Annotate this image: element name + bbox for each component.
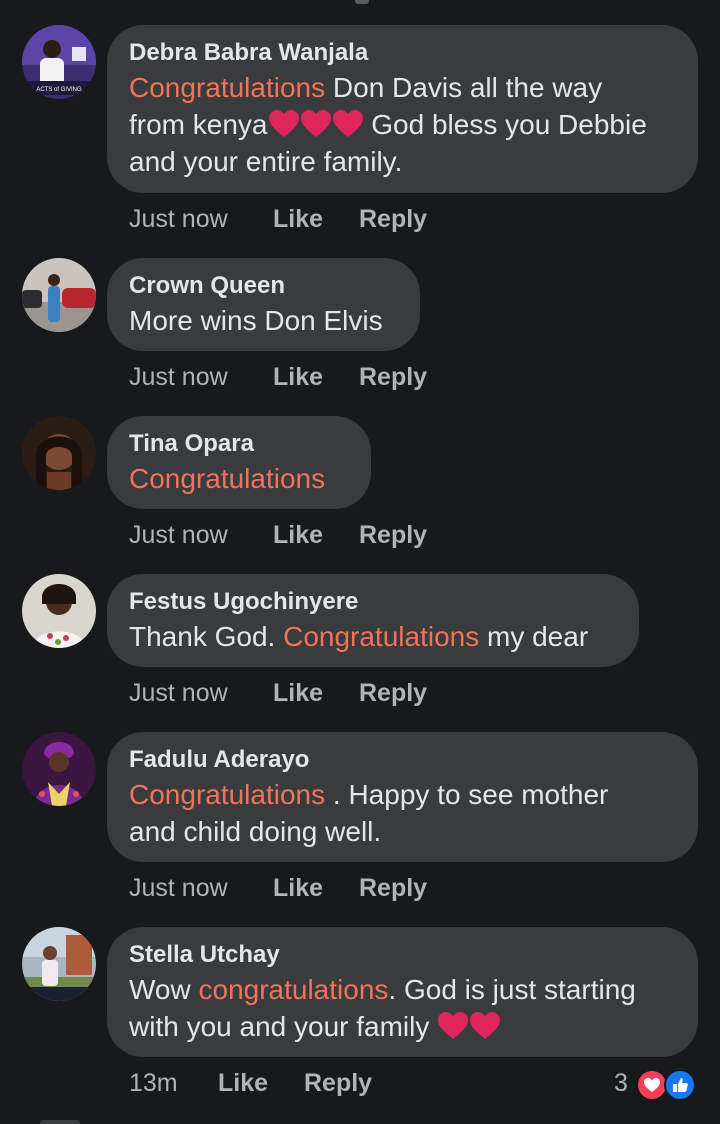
reaction-summary[interactable]: 3 [614,1066,704,1101]
comment-text: Congratulations [129,460,349,497]
reaction-count: 3 [614,1069,628,1097]
comment-bubble[interactable]: Festus Ugochinyere Thank God. Congratula… [107,574,639,667]
profile-photo-woman-smiling-icon [22,574,96,648]
reply-button[interactable]: Reply [359,360,427,394]
highlighted-keyword[interactable]: Congratulations [283,621,479,652]
reply-button[interactable]: Reply [359,202,427,236]
comment-author[interactable]: Debra Babra Wanjala [129,39,676,67]
avatar[interactable] [22,258,96,332]
like-button[interactable]: Like [273,202,323,236]
comment-text: More wins Don Elvis [129,305,383,336]
heart-emoji-icon [438,1012,469,1039]
comment-author[interactable]: Stella Utchay [129,941,676,969]
profile-photo-preacher-icon: ACTS of GIVING [22,25,96,99]
avatar[interactable] [22,416,96,490]
timestamp[interactable]: Just now [129,676,228,710]
reply-button[interactable]: Reply [304,1066,372,1100]
timestamp[interactable]: 13m [129,1066,178,1100]
reply-button[interactable]: Reply [359,518,427,552]
avatar[interactable] [22,574,96,648]
profile-photo-woman-outdoor-icon [22,927,96,1001]
comment-text: Congratulations . Happy to see mother an… [129,779,609,847]
comment-text: Congratulations Don Davis all the way fr… [129,72,647,177]
comment-text: Thank God. Congratulations my dear [129,621,589,652]
highlighted-keyword[interactable]: congratulations [199,974,389,1005]
like-button[interactable]: Like [273,676,323,710]
avatar-caption: ACTS of GIVING [36,87,82,93]
comment-author[interactable]: Festus Ugochinyere [129,588,617,616]
like-button[interactable]: Like [273,871,323,905]
next-comment-edge [40,1120,80,1124]
comment-bubble[interactable]: Tina Opara Congratulations [107,416,371,509]
highlighted-keyword[interactable]: Congratulations [129,779,325,810]
avatar[interactable]: ACTS of GIVING [22,25,96,99]
timestamp[interactable]: Just now [129,360,228,394]
comment-text: Wow congratulations. God is just startin… [129,974,636,1042]
like-button[interactable]: Like [273,518,323,552]
heart-emoji-icon [332,110,363,137]
comment-bubble[interactable]: Debra Babra Wanjala Congratulations Don … [107,25,698,193]
like-button[interactable]: Like [218,1066,268,1100]
highlighted-keyword[interactable]: Congratulations [129,463,325,494]
profile-photo-woman-headwrap-icon [22,732,96,806]
reply-button[interactable]: Reply [359,871,427,905]
timestamp[interactable]: Just now [129,871,228,905]
previous-comment-edge [355,0,369,4]
timestamp[interactable]: Just now [129,202,228,236]
avatar[interactable] [22,732,96,806]
avatar[interactable] [22,927,96,1001]
comment-bubble[interactable]: Stella Utchay Wow congratulations. God i… [107,927,698,1057]
like-reaction-icon [664,1069,696,1101]
highlighted-keyword[interactable]: Congratulations [129,72,325,103]
timestamp[interactable]: Just now [129,518,228,552]
profile-photo-woman-car-icon [22,258,96,332]
comment-author[interactable]: Fadulu Aderayo [129,746,676,774]
comment-bubble[interactable]: Fadulu Aderayo Congratulations . Happy t… [107,732,698,862]
heart-emoji-icon [470,1012,501,1039]
comment-bubble[interactable]: Crown Queen More wins Don Elvis [107,258,420,351]
heart-emoji-icon [300,110,331,137]
profile-photo-woman-icon [22,416,96,490]
heart-emoji-icon [268,110,299,137]
like-button[interactable]: Like [273,360,323,394]
comment-author[interactable]: Crown Queen [129,272,398,300]
comment-author[interactable]: Tina Opara [129,430,349,458]
reply-button[interactable]: Reply [359,676,427,710]
